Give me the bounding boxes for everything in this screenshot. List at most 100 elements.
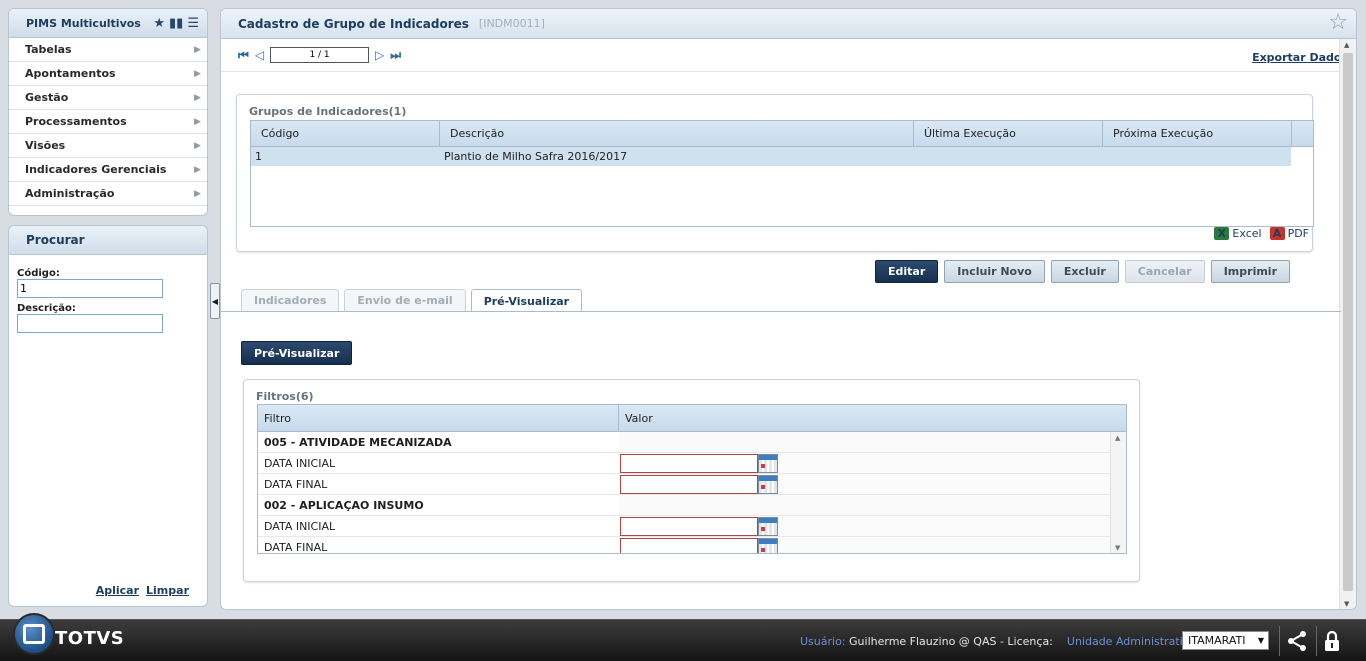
filter-row: DATA INICIAL xyxy=(258,516,1110,537)
filters-box: Filtros(6) Filtro Valor 005 - ATIVIDADE … xyxy=(243,379,1140,582)
unit-select[interactable]: ITAMARATI ▼ xyxy=(1182,631,1269,650)
scroll-down-icon[interactable]: ▼ xyxy=(1115,544,1120,552)
groups-title: Grupos de Indicadores(1) xyxy=(249,105,407,118)
tab-envio-email[interactable]: Envio de e-mail xyxy=(344,289,466,311)
list-icon[interactable]: ☰ xyxy=(187,17,199,30)
date-input[interactable] xyxy=(620,516,758,536)
code-label: Código: xyxy=(17,268,60,279)
new-button[interactable]: Incluir Novo xyxy=(944,260,1045,283)
bar-chart-icon[interactable]: ▮▮ xyxy=(169,17,183,30)
description-input[interactable] xyxy=(17,314,163,333)
chevron-left-icon: ◀ xyxy=(211,296,219,306)
calendar-icon[interactable] xyxy=(758,516,778,536)
record-navigation: ⏮ ◁ ▷ ⏭ Exportar Dados xyxy=(221,39,1356,72)
chevron-right-icon: ▶ xyxy=(194,116,201,127)
chevron-right-icon: ▶ xyxy=(194,188,201,199)
scroll-up-icon[interactable]: ▲ xyxy=(1115,434,1120,442)
user-label: Usuário: xyxy=(800,635,846,648)
calendar-icon[interactable] xyxy=(758,474,778,494)
totvs-logo-icon xyxy=(13,613,55,655)
page-title: Cadastro de Grupo de Indicadores xyxy=(238,16,469,31)
calendar-icon[interactable] xyxy=(758,453,778,473)
preview-button[interactable]: Pré-Visualizar xyxy=(241,341,353,365)
brand-name: TOTVS xyxy=(55,628,125,649)
date-input[interactable] xyxy=(620,453,758,473)
filters-grid: Filtro Valor 005 - ATIVIDADE MECANIZADA … xyxy=(257,404,1127,554)
cell-codigo: 1 xyxy=(255,150,262,163)
col-descricao[interactable]: Descrição xyxy=(440,121,914,146)
excel-icon: X xyxy=(1214,227,1230,240)
cell-ultima xyxy=(914,147,1103,166)
menu-item-visoes[interactable]: Visões ▶ xyxy=(9,134,207,158)
scroll-down-icon[interactable]: ▼ xyxy=(1344,600,1349,608)
divider xyxy=(1316,626,1317,656)
menu-item-indicadores-gerenciais[interactable]: Indicadores Gerenciais ▶ xyxy=(9,158,207,182)
col-codigo[interactable]: Código xyxy=(251,121,440,146)
tab-indicadores[interactable]: Indicadores xyxy=(241,289,340,311)
previous-page-icon[interactable]: ◁ xyxy=(255,48,264,62)
scroll-thumb[interactable] xyxy=(1343,53,1353,591)
date-input[interactable] xyxy=(620,537,758,553)
main-header: Cadastro de Grupo de Indicadores [INDM00… xyxy=(221,9,1356,39)
table-row[interactable]: 1 Plantio de Milho Safra 2016/2017 xyxy=(251,147,1291,166)
groups-grid: Código Descrição Última Execução Próxima… xyxy=(250,120,1314,227)
filters-scrollbar[interactable]: ▲ ▼ xyxy=(1110,432,1126,553)
col-ultima-execucao[interactable]: Última Execução xyxy=(914,121,1103,146)
chevron-right-icon: ▶ xyxy=(194,92,201,103)
print-button[interactable]: Imprimir xyxy=(1210,260,1290,283)
filter-row: DATA INICIAL xyxy=(258,453,1110,474)
export-excel-button[interactable]: X Excel xyxy=(1214,227,1262,240)
chevron-down-icon: ▼ xyxy=(1257,636,1264,645)
filter-group-row: 002 - APLICAÇAO INSUMO xyxy=(258,495,1110,516)
app-title: PIMS Multicultivos xyxy=(26,16,141,30)
page-code: [INDM0011] xyxy=(478,17,545,30)
filters-grid-header: Filtro Valor xyxy=(258,405,1126,432)
share-icon[interactable] xyxy=(1286,630,1308,652)
filter-row: DATA FINAL xyxy=(258,474,1110,495)
search-title: Procurar xyxy=(9,226,207,255)
date-input[interactable] xyxy=(620,474,758,494)
lock-icon[interactable] xyxy=(1324,630,1340,652)
chevron-right-icon: ▶ xyxy=(194,164,201,175)
first-page-icon[interactable]: ⏮ xyxy=(238,48,249,63)
footer-bar: TOTVS Usuário: Guilherme Flauzino @ QAS … xyxy=(0,613,1366,661)
next-page-icon[interactable]: ▷ xyxy=(375,48,384,62)
pdf-icon: A xyxy=(1269,227,1285,240)
delete-button[interactable]: Excluir xyxy=(1050,260,1119,283)
scroll-up-icon[interactable]: ▲ xyxy=(1344,41,1349,49)
menu-item-gestao[interactable]: Gestão ▶ xyxy=(9,86,207,110)
chevron-right-icon: ▶ xyxy=(194,140,201,151)
cell-proxima xyxy=(1103,147,1291,166)
col-proxima-execucao[interactable]: Próxima Execução xyxy=(1103,121,1292,146)
tab-bar: Indicadores Envio de e-mail Pré-Visualiz… xyxy=(241,289,583,312)
menu-item-tabelas[interactable]: Tabelas ▶ xyxy=(9,38,207,62)
page-indicator[interactable] xyxy=(270,47,370,63)
col-filtro[interactable]: Filtro xyxy=(258,405,619,431)
export-pdf-button[interactable]: A PDF xyxy=(1269,227,1309,240)
search-panel: Procurar Código: Descrição: Aplicar Limp… xyxy=(8,225,208,607)
clear-link[interactable]: Limpar xyxy=(146,584,189,597)
main-panel: Cadastro de Grupo de Indicadores [INDM00… xyxy=(220,8,1357,610)
action-bar: Editar Incluir Novo Excluir Cancelar Imp… xyxy=(875,260,1290,283)
filter-row: DATA FINAL xyxy=(258,537,1110,553)
user-info: Usuário: Guilherme Flauzino @ QAS - Lice… xyxy=(800,635,1200,648)
groups-box: Grupos de Indicadores(1) Código Descriçã… xyxy=(236,94,1314,252)
menu-item-apontamentos[interactable]: Apontamentos ▶ xyxy=(9,62,207,86)
favorite-star-icon[interactable]: ☆ xyxy=(1328,12,1348,34)
export-data-link[interactable]: Exportar Dados xyxy=(1252,51,1348,64)
cancel-button[interactable]: Cancelar xyxy=(1124,260,1205,283)
last-page-icon[interactable]: ⏭ xyxy=(390,48,401,63)
edit-button[interactable]: Editar xyxy=(875,260,939,283)
cell-descricao: Plantio de Milho Safra 2016/2017 xyxy=(444,150,628,163)
tab-pre-visualizar[interactable]: Pré-Visualizar xyxy=(470,289,583,312)
main-scrollbar[interactable]: ▲ ▼ xyxy=(1339,39,1356,609)
menu-item-processamentos[interactable]: Processamentos ▶ xyxy=(9,110,207,134)
apply-link[interactable]: Aplicar xyxy=(96,584,139,597)
favorites-star-icon[interactable]: ★ xyxy=(153,17,165,30)
code-input[interactable] xyxy=(17,279,163,298)
calendar-icon[interactable] xyxy=(758,537,778,553)
collapse-sidebar-handle[interactable]: ◀ xyxy=(210,283,220,319)
menu-item-administracao[interactable]: Administração ▶ xyxy=(9,182,207,206)
col-valor[interactable]: Valor xyxy=(619,405,653,431)
chevron-right-icon: ▶ xyxy=(194,44,201,55)
